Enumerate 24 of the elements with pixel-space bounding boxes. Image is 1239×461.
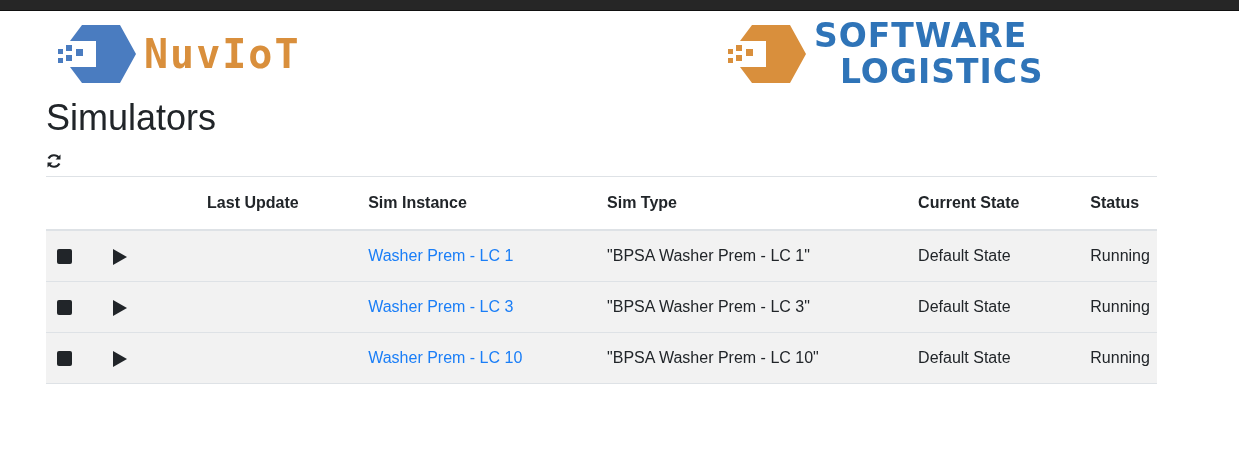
stop-icon[interactable] — [57, 300, 72, 316]
table-cell: Running — [1090, 298, 1150, 315]
column-header: Sim Type — [607, 194, 677, 211]
table-cell: Default State — [918, 349, 1011, 366]
page-title: Simulators — [46, 96, 218, 140]
stop-icon[interactable] — [57, 351, 72, 367]
table-cell: Running — [1090, 349, 1150, 366]
column-header: Sim Instance — [368, 194, 467, 211]
sim-instance-link[interactable]: Washer Prem - LC 1 — [368, 247, 514, 264]
logo-text: NuvIoT — [144, 29, 301, 79]
logo-text: LOGISTICS — [840, 53, 1044, 90]
table-cell: Default State — [918, 247, 1011, 264]
stop-icon[interactable] — [57, 249, 72, 265]
refresh-icon[interactable] — [46, 152, 62, 169]
table-cell: "BPSA Washer Prem - LC 3" — [607, 298, 810, 315]
column-header: Status — [1090, 194, 1140, 211]
table-cell: Default State — [918, 298, 1011, 315]
column-header: Current State — [918, 194, 1020, 211]
logo-text: SOFTWARE — [814, 17, 1029, 54]
table-cell: Running — [1090, 247, 1150, 264]
table-cell: "BPSA Washer Prem - LC 1" — [607, 247, 810, 264]
column-header: Last Update — [207, 194, 299, 211]
table-cell: "BPSA Washer Prem - LC 10" — [607, 349, 819, 366]
sim-instance-link[interactable]: Washer Prem - LC 3 — [368, 298, 514, 315]
